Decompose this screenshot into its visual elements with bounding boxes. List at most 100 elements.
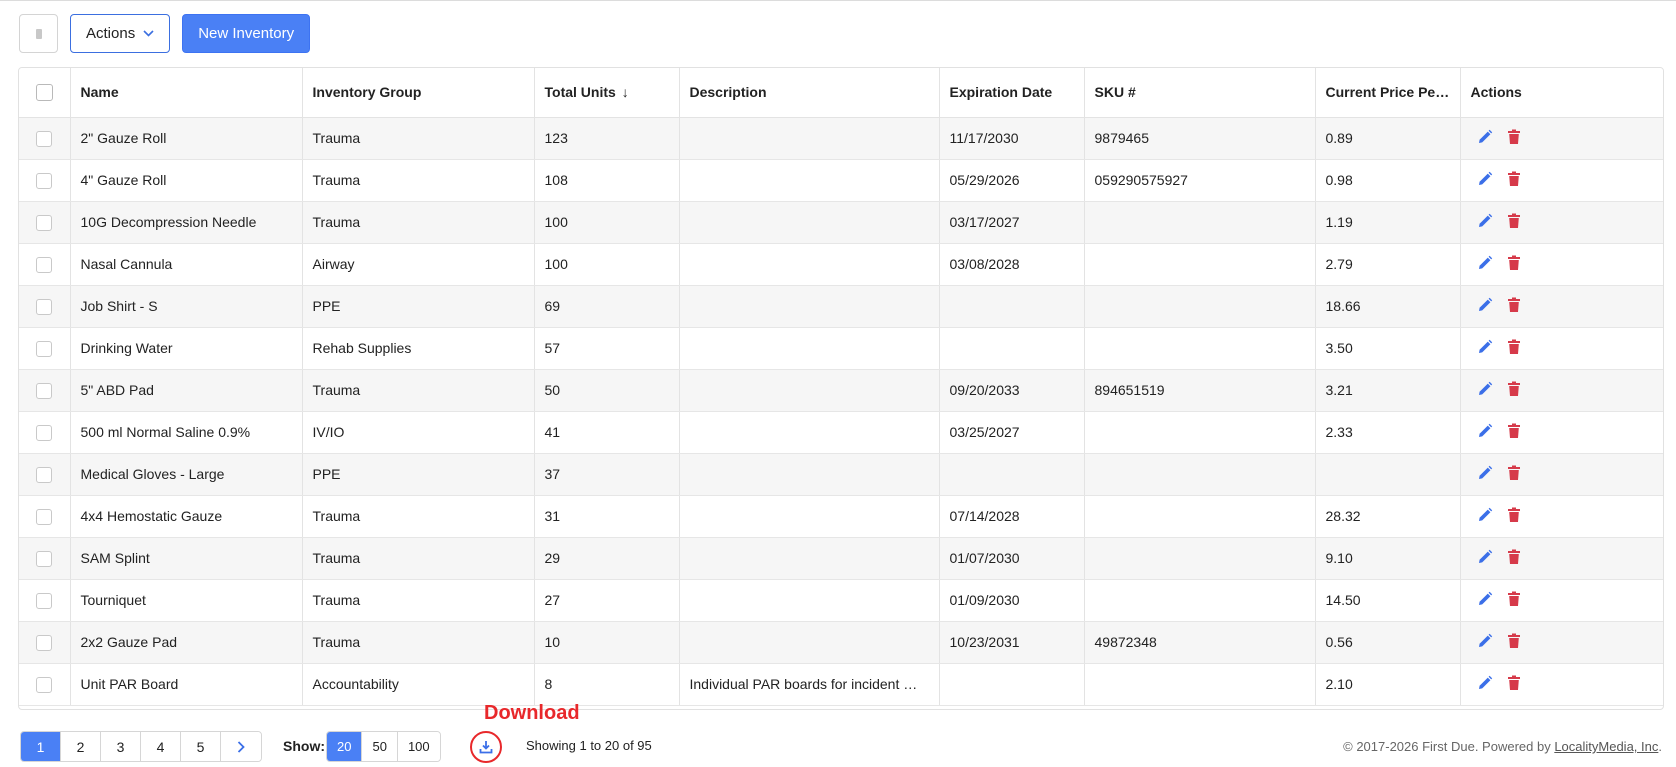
row-checkbox[interactable] [36, 130, 53, 147]
cell-sku [1084, 579, 1316, 622]
table-row[interactable]: 5" ABD Pad Trauma 50 09/20/2033 894651519 3.2… [19, 369, 1663, 412]
row-checkbox[interactable] [36, 256, 53, 273]
row-checkbox[interactable] [36, 592, 53, 609]
edit-icon[interactable] [1477, 255, 1495, 273]
edit-icon[interactable] [1477, 549, 1495, 567]
cell-name: 4" Gauze Roll [70, 159, 303, 202]
actions-dropdown-label: Actions [86, 25, 136, 42]
row-checkbox[interactable] [36, 676, 53, 693]
page-size-option-20[interactable]: 20 [327, 732, 363, 761]
cell-sku: 059290575927 [1084, 159, 1316, 202]
table-row[interactable]: 4x4 Hemostatic Gauze Trauma 31 07/14/2028 28… [19, 495, 1663, 538]
cell-actions [1460, 411, 1663, 454]
row-checkbox[interactable] [36, 466, 53, 483]
page-2-button[interactable]: 2 [61, 732, 101, 761]
column-header-description[interactable]: Description [679, 68, 940, 118]
bulk-delete-button[interactable] [19, 14, 58, 53]
cell-actions [1460, 537, 1663, 580]
cell-expiration-date: 11/17/2030 [939, 117, 1085, 160]
row-checkbox[interactable] [36, 214, 53, 231]
cell-total-units: 31 [534, 495, 680, 538]
cell-description [679, 117, 940, 160]
table-row[interactable]: Drinking Water Rehab Supplies 57 3.50 [19, 327, 1663, 370]
delete-icon[interactable] [1507, 381, 1525, 399]
row-checkbox[interactable] [36, 298, 53, 315]
cell-sku [1084, 327, 1316, 370]
cell-current-price: 14.50 [1315, 579, 1461, 622]
row-checkbox[interactable] [36, 550, 53, 567]
row-checkbox[interactable] [36, 340, 53, 357]
cell-expiration-date: 03/08/2028 [939, 243, 1085, 286]
edit-icon[interactable] [1477, 633, 1495, 651]
table-row[interactable]: Unit PAR Board Accountability 8 Individual … [19, 663, 1663, 706]
cell-expiration-date: 05/29/2026 [939, 159, 1085, 202]
row-select-cell [19, 285, 71, 328]
delete-icon[interactable] [1507, 171, 1525, 189]
table-row[interactable]: Job Shirt - S PPE 69 18.66 [19, 285, 1663, 328]
delete-icon[interactable] [1507, 633, 1525, 651]
delete-icon[interactable] [1507, 255, 1525, 273]
cell-actions [1460, 663, 1663, 706]
select-all-checkbox[interactable] [35, 84, 53, 102]
edit-icon[interactable] [1477, 213, 1495, 231]
download-button[interactable] [470, 731, 502, 763]
edit-icon[interactable] [1477, 423, 1495, 441]
row-checkbox[interactable] [36, 634, 53, 651]
cell-total-units: 57 [534, 327, 680, 370]
delete-icon[interactable] [1507, 339, 1525, 357]
edit-icon[interactable] [1477, 297, 1495, 315]
page-4-button[interactable]: 4 [141, 732, 181, 761]
table-row[interactable]: Medical Gloves - Large PPE 37 [19, 453, 1663, 496]
pagination: 12345 [20, 731, 262, 762]
row-checkbox[interactable] [36, 172, 53, 189]
cell-expiration-date: 07/14/2028 [939, 495, 1085, 538]
localitymedia-link[interactable]: LocalityMedia, Inc [1554, 739, 1658, 754]
delete-icon[interactable] [1507, 675, 1525, 693]
column-header-total-units[interactable]: Total Units ↓ [534, 68, 680, 118]
delete-icon[interactable] [1507, 549, 1525, 567]
delete-icon[interactable] [1507, 129, 1525, 147]
delete-icon[interactable] [1507, 297, 1525, 315]
table-row[interactable]: Nasal Cannula Airway 100 03/08/2028 2.79 [19, 243, 1663, 286]
edit-icon[interactable] [1477, 381, 1495, 399]
page-5-button[interactable]: 5 [181, 732, 221, 761]
edit-icon[interactable] [1477, 507, 1495, 525]
table-row[interactable]: 10G Decompression Needle Trauma 100 03/17/2… [19, 201, 1663, 244]
edit-icon[interactable] [1477, 465, 1495, 483]
actions-dropdown-button[interactable]: Actions [70, 14, 171, 53]
edit-icon[interactable] [1477, 129, 1495, 147]
next-page-button[interactable] [221, 732, 261, 761]
table-row[interactable]: 500 ml Normal Saline 0.9% IV/IO 41 03/25/20… [19, 411, 1663, 454]
column-header-sku[interactable]: SKU # [1084, 68, 1316, 118]
page-size-option-100[interactable]: 100 [397, 732, 440, 761]
row-checkbox[interactable] [36, 382, 53, 399]
row-checkbox[interactable] [36, 424, 53, 441]
table-row[interactable]: Tourniquet Trauma 27 01/09/2030 14.50 [19, 579, 1663, 622]
page-size-option-50[interactable]: 50 [362, 732, 398, 761]
column-header-name[interactable]: Name [70, 68, 303, 118]
edit-icon[interactable] [1477, 339, 1495, 357]
page-3-button[interactable]: 3 [101, 732, 141, 761]
edit-icon[interactable] [1477, 591, 1495, 609]
delete-icon[interactable] [1507, 591, 1525, 609]
table-row[interactable]: 2" Gauze Roll Trauma 123 11/17/2030 9879465 0… [19, 117, 1663, 160]
edit-icon[interactable] [1477, 171, 1495, 189]
column-header-inventory-group[interactable]: Inventory Group [302, 68, 535, 118]
delete-icon[interactable] [1507, 507, 1525, 525]
delete-icon[interactable] [1507, 423, 1525, 441]
cell-total-units: 100 [534, 201, 680, 244]
table-row[interactable]: SAM Splint Trauma 29 01/07/2030 9.10 [19, 537, 1663, 580]
cell-description: Individual PAR boards for incident ma... [679, 663, 940, 706]
cell-total-units: 108 [534, 159, 680, 202]
cell-current-price: 28.32 [1315, 495, 1461, 538]
new-inventory-button[interactable]: New Inventory [182, 14, 311, 53]
page-1-button[interactable]: 1 [21, 732, 61, 761]
row-checkbox[interactable] [36, 508, 53, 525]
table-row[interactable]: 4" Gauze Roll Trauma 108 05/29/2026 05929057… [19, 159, 1663, 202]
delete-icon[interactable] [1507, 213, 1525, 231]
delete-icon[interactable] [1507, 465, 1525, 483]
column-header-expiration-date[interactable]: Expiration Date [939, 68, 1085, 118]
edit-icon[interactable] [1477, 675, 1495, 693]
table-row[interactable]: 2x2 Gauze Pad Trauma 10 10/23/2031 49872348 0… [19, 621, 1663, 664]
column-header-current-price[interactable]: Current Price Per ... [1315, 68, 1461, 118]
